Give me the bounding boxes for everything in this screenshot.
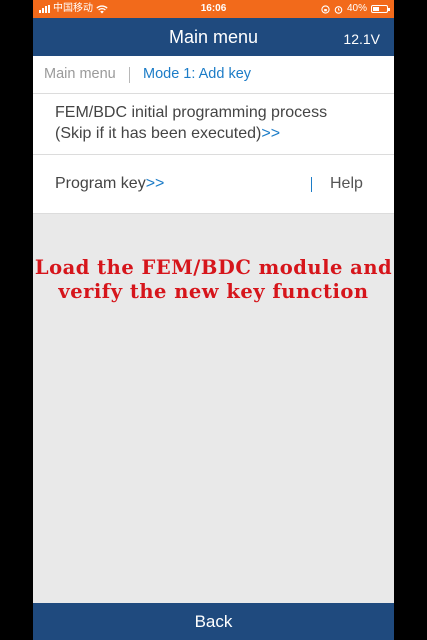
menu-item-subtitle: (Skip if it has been executed)>> (55, 125, 281, 142)
menu-item-program-key[interactable]: Program key>> Help (33, 155, 394, 214)
status-bar: 中国移动 16:06 40% (33, 0, 394, 18)
overlay-caption-line-2: verify the new key function (58, 280, 369, 303)
breadcrumb-divider (129, 67, 130, 83)
status-right: 40% (321, 0, 390, 18)
help-button[interactable]: Help (330, 175, 363, 193)
title-bar: Main menu 12.1V (33, 18, 394, 56)
menu-item-fem-bdc-initial-programming[interactable]: FEM/BDC initial programming process (Ski… (33, 94, 394, 155)
battery-fill (373, 7, 379, 11)
battery-percent: 40% (346, 3, 367, 14)
back-button[interactable]: Back (33, 603, 394, 640)
overlay-caption: Load the FEM/BDC module and verify the n… (0, 256, 427, 304)
menu-item-title: FEM/BDC initial programming process (55, 104, 328, 121)
help-divider (311, 177, 312, 192)
chevron-right-icon: >> (261, 125, 281, 142)
lock-rotation-icon (321, 4, 330, 14)
menu-item-label: Program key>> (55, 175, 165, 192)
battery-icon (371, 5, 390, 13)
breadcrumb-main-menu[interactable]: Main menu (44, 56, 116, 93)
breadcrumb-current: Mode 1: Add key (143, 66, 252, 82)
chevron-right-icon: >> (145, 175, 165, 192)
page-title: Main menu (168, 27, 259, 47)
breadcrumb: Main menu Mode 1: Add key (33, 56, 394, 94)
battery-voltage: 12.1V (343, 31, 380, 47)
app-screen: 中国移动 16:06 40% Main menu 12.1V Main menu… (33, 0, 394, 640)
overlay-caption-line-1: Load the FEM/BDC module and (34, 256, 393, 279)
alarm-icon (334, 5, 343, 14)
